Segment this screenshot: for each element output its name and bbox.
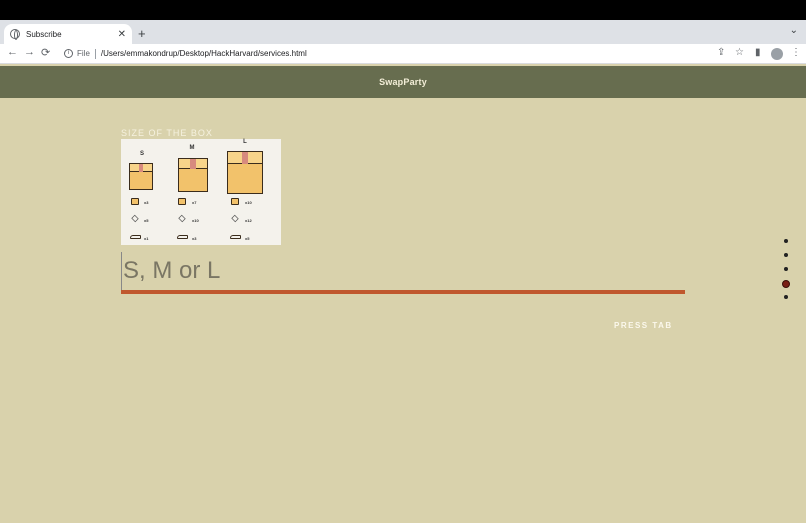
gem-icon: [178, 214, 186, 223]
address-bar[interactable]: i File /Users/emmakondrup/Desktop/HackHa…: [58, 45, 708, 62]
tab-search-icon[interactable]: ⌄: [790, 25, 798, 36]
pager-dot[interactable]: [782, 280, 790, 288]
shoe-icon: [177, 235, 188, 239]
share-icon[interactable]: ⇪: [717, 47, 725, 58]
box-large-icon: [227, 151, 263, 194]
box-size-input[interactable]: S, M or L: [121, 252, 685, 290]
box-column-m: M: [185, 145, 199, 151]
shirt-icon: [231, 198, 239, 205]
shirt-count: x10: [245, 200, 252, 205]
shoe-icon: [130, 235, 141, 239]
pager-dot[interactable]: [784, 267, 788, 271]
shoe-count: x3: [192, 236, 197, 241]
shoe-count: x5: [245, 236, 250, 241]
gem-icon: [231, 214, 239, 223]
shirt-count: x3: [144, 200, 149, 205]
pager-dot[interactable]: [784, 239, 788, 243]
browser-toolbar: ← → ⟳ i File /Users/emmakondrup/Desktop/…: [0, 44, 806, 64]
url-text[interactable]: /Users/emmakondrup/Desktop/HackHarvard/s…: [101, 49, 307, 58]
globe-icon: [10, 29, 20, 40]
new-tab-icon[interactable]: +: [138, 26, 146, 41]
profile-avatar[interactable]: [771, 48, 783, 60]
gem-count: x5: [144, 218, 149, 223]
shirt-count: x7: [192, 200, 197, 205]
box-size-illustration: S x3 x5 x1 M x7 x10 x3 L x10 x12 x5: [121, 139, 281, 245]
input-underline: [121, 290, 685, 294]
browser-tab[interactable]: Subscribe ✕: [4, 24, 132, 44]
pager-dot[interactable]: [784, 295, 788, 299]
shoe-icon: [230, 235, 241, 239]
pager-dot[interactable]: [784, 253, 788, 257]
reload-icon[interactable]: ⟳: [41, 46, 50, 59]
site-header: SwapParty: [0, 66, 806, 98]
box-small-icon: [129, 163, 153, 190]
box-column-l: L: [238, 139, 252, 145]
scheme-label: File: [77, 49, 90, 58]
shirt-icon: [131, 198, 139, 205]
box-medium-icon: [178, 158, 208, 192]
gem-count: x10: [192, 218, 199, 223]
press-tab-hint: PRESS TAB: [614, 321, 673, 330]
side-panel-icon[interactable]: ▮: [755, 47, 761, 58]
back-icon[interactable]: ←: [7, 46, 18, 58]
star-icon[interactable]: ☆: [735, 47, 744, 58]
forward-icon[interactable]: →: [24, 46, 35, 58]
info-icon[interactable]: i: [64, 49, 73, 58]
screen-top-bar: [0, 0, 806, 20]
shoe-count: x1: [144, 236, 149, 241]
menu-icon[interactable]: ⋮: [791, 47, 801, 58]
gem-icon: [131, 214, 139, 223]
size-label: SIZE OF THE BOX: [121, 128, 213, 138]
gem-count: x12: [245, 218, 252, 223]
box-column-s: S: [135, 151, 149, 157]
box-size-letter: M: [189, 145, 195, 151]
box-size-letter: S: [139, 151, 144, 157]
shirt-icon: [178, 198, 186, 205]
tab-strip: Subscribe ✕ + ⌄: [0, 20, 806, 44]
address-separator: [94, 48, 96, 59]
brand-logo[interactable]: SwapParty: [0, 66, 806, 98]
close-icon[interactable]: ✕: [118, 29, 126, 40]
box-size-letter: L: [243, 139, 247, 145]
tab-title: Subscribe: [26, 29, 62, 39]
